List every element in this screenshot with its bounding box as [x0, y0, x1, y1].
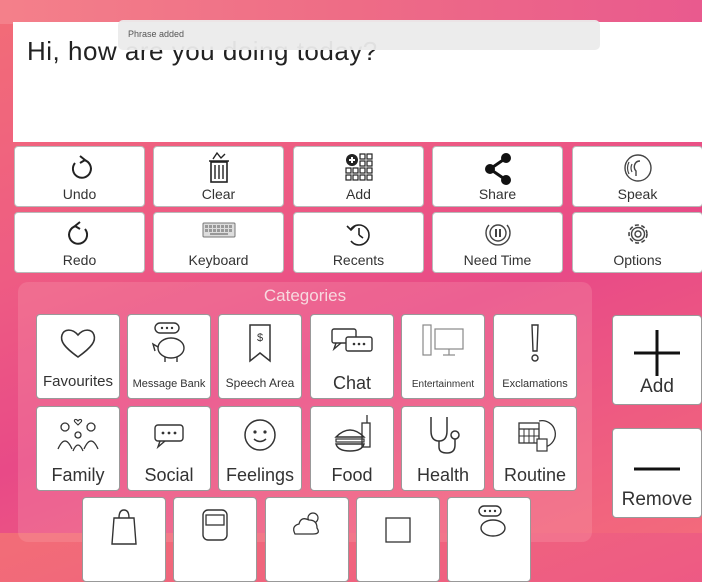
- category-label: Speech Area: [225, 376, 295, 390]
- keyboard-button[interactable]: Keyboard: [153, 212, 284, 273]
- shopping-bag-icon: [111, 509, 137, 545]
- options-button[interactable]: Options: [572, 212, 702, 273]
- remove-button[interactable]: Remove: [612, 428, 702, 518]
- add-phrase-button[interactable]: Add: [293, 146, 424, 207]
- category-label: Entertainment: [411, 379, 475, 390]
- toast-text: Phrase added: [128, 29, 185, 39]
- keyboard-label: Keyboard: [188, 252, 249, 268]
- category-family[interactable]: Family: [36, 406, 120, 491]
- stethoscope-icon: [430, 417, 460, 454]
- clear-label: Clear: [201, 186, 236, 202]
- share-label: Share: [478, 186, 517, 202]
- category-label: Favourites: [42, 373, 114, 390]
- minus-icon: [634, 467, 680, 471]
- calendar-icon: [518, 420, 556, 452]
- category-label: Food: [331, 465, 373, 485]
- piggy-bank-icon: [151, 322, 185, 362]
- category-favourites[interactable]: Favourites: [36, 314, 120, 399]
- category-social[interactable]: Social: [127, 406, 211, 491]
- add-grid-icon: [344, 153, 373, 181]
- categories-title: Categories: [263, 286, 347, 305]
- category-label: Exclamations: [502, 378, 568, 390]
- svg-text:$: $: [257, 332, 263, 344]
- weather-icon: [293, 512, 319, 535]
- speak-label: Speak: [617, 186, 658, 202]
- category-routine[interactable]: Routine: [493, 406, 577, 491]
- chat-icon: [331, 328, 373, 352]
- category-places[interactable]: [356, 497, 440, 582]
- category-message-bank[interactable]: Message Bank: [127, 314, 211, 399]
- exclamation-icon: [531, 324, 539, 362]
- category-label: Routine: [503, 465, 567, 485]
- bus-icon: [202, 509, 228, 541]
- pause-icon: [484, 224, 511, 246]
- speech-bubble-icon: [154, 424, 184, 450]
- recents-label: Recents: [332, 252, 385, 268]
- undo-icon: [71, 155, 92, 179]
- undo-button[interactable]: Undo: [14, 146, 145, 207]
- options-label: Options: [613, 252, 662, 268]
- piggy-bank-icon: [478, 505, 506, 537]
- category-speech-area[interactable]: $ Speech Area: [218, 314, 302, 399]
- gear-icon: [627, 224, 648, 244]
- speak-button[interactable]: Speak: [572, 146, 702, 207]
- category-entertainment[interactable]: Entertainment: [401, 314, 485, 399]
- plus-icon: [634, 330, 680, 376]
- share-icon: [484, 153, 511, 185]
- category-label: Health: [416, 465, 470, 485]
- need-time-label: Need Time: [463, 252, 532, 268]
- category-health[interactable]: Health: [401, 406, 485, 491]
- family-icon: [57, 418, 99, 452]
- category-label: Feelings: [225, 465, 295, 485]
- category-chat[interactable]: Chat: [310, 314, 394, 399]
- category-label: Chat: [332, 373, 372, 393]
- redo-button[interactable]: Redo: [14, 212, 145, 273]
- toast-notification: Phrase added: [118, 20, 600, 50]
- smiley-icon: [244, 419, 276, 451]
- clear-button[interactable]: Clear: [153, 146, 284, 207]
- history-icon: [345, 224, 370, 246]
- computer-icon: [422, 324, 464, 356]
- add-phrase-label: Add: [346, 186, 371, 202]
- category-food[interactable]: Food: [310, 406, 394, 491]
- trash-icon: [208, 151, 229, 183]
- category-transport[interactable]: [173, 497, 257, 582]
- category-shopping[interactable]: [82, 497, 166, 582]
- frame-icon: [385, 517, 411, 543]
- redo-icon: [67, 221, 88, 245]
- category-label: Family: [51, 465, 105, 485]
- recents-button[interactable]: Recents: [293, 212, 424, 273]
- heart-icon: [60, 329, 96, 358]
- undo-label: Undo: [62, 186, 97, 202]
- add-button[interactable]: Add: [612, 315, 702, 405]
- category-label: Message Bank: [132, 378, 206, 390]
- category-feelings[interactable]: Feelings: [218, 406, 302, 491]
- need-time-button[interactable]: Need Time: [432, 212, 563, 273]
- category-label: Social: [144, 465, 194, 485]
- keyboard-icon: [202, 222, 235, 238]
- redo-label: Redo: [62, 252, 97, 268]
- food-icon: [334, 415, 371, 452]
- speak-icon: [623, 154, 652, 182]
- category-weather[interactable]: [265, 497, 349, 582]
- category-exclamations[interactable]: Exclamations: [493, 314, 577, 399]
- bookmark-icon: $: [249, 324, 271, 363]
- share-button[interactable]: Share: [432, 146, 563, 207]
- category-money[interactable]: [447, 497, 531, 582]
